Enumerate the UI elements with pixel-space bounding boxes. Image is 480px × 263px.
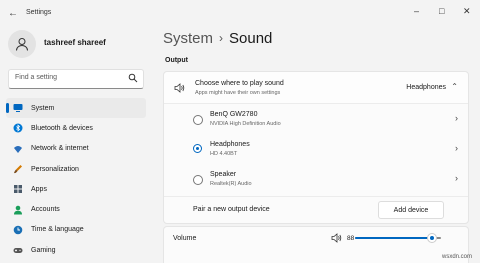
title-bar: ← Settings – □ ✕	[0, 0, 480, 28]
sidebar-item-label: Apps	[31, 185, 47, 193]
bluetooth-icon	[13, 123, 23, 133]
chevron-right-icon[interactable]: ›	[455, 173, 458, 183]
radio-benq[interactable]	[193, 115, 203, 125]
device-detail: Realtek(R) Audio	[210, 181, 252, 187]
sidebar-item-label: Accounts	[31, 206, 60, 214]
speaker-icon	[174, 83, 185, 93]
section-label-output: Output	[165, 57, 188, 64]
pair-device-row: Pair a new output device Add device	[164, 197, 468, 223]
output-device-headphones[interactable]: Headphones HD 4.40BT ›	[164, 135, 468, 165]
brush-icon	[13, 164, 23, 174]
selected-output-value: Headphones	[406, 84, 446, 91]
radio-speaker[interactable]	[193, 175, 203, 185]
user-name: tashreef shareef	[44, 38, 106, 47]
sidebar-item-label: System	[31, 104, 55, 112]
breadcrumb-system-link[interactable]: System	[163, 30, 213, 47]
sidebar-item-time-language[interactable]: Time & language	[6, 220, 146, 240]
sidebar-item-label: Bluetooth & devices	[31, 124, 93, 132]
output-device-speaker[interactable]: Speaker Realtek(R) Audio ›	[164, 165, 468, 195]
sidebar-item-personalization[interactable]: Personalization	[6, 159, 146, 179]
sidebar-item-system[interactable]: System	[6, 98, 146, 119]
device-name: Speaker	[210, 171, 237, 178]
search-placeholder: Find a setting	[15, 74, 58, 81]
sidebar-item-label: Personalization	[31, 165, 79, 173]
device-detail: HD 4.40BT	[210, 151, 238, 157]
sidebar-nav: System Bluetooth & devices Network & int…	[6, 98, 146, 260]
apps-icon	[13, 184, 23, 194]
page-title: Sound	[229, 30, 273, 47]
search-input[interactable]: Find a setting	[8, 69, 144, 89]
device-name: BenQ GW2780	[210, 111, 258, 118]
volume-slider-fill	[355, 237, 431, 239]
close-icon[interactable]: ✕	[463, 6, 471, 17]
back-arrow-icon[interactable]: ←	[8, 8, 18, 19]
chevron-right-icon[interactable]: ›	[455, 113, 458, 123]
chevron-right-icon[interactable]: ›	[455, 143, 458, 153]
sidebar-item-label: Network & internet	[31, 145, 89, 153]
breadcrumb-separator: ›	[219, 31, 224, 45]
sidebar-item-network[interactable]: Network & internet	[6, 139, 146, 159]
chevron-up-icon[interactable]: ⌃	[451, 82, 458, 91]
globe-clock-icon	[13, 225, 23, 235]
maximize-icon[interactable]: □	[439, 6, 444, 16]
sidebar-item-bluetooth[interactable]: Bluetooth & devices	[6, 118, 146, 138]
choose-output-title: Choose where to play sound	[195, 80, 284, 87]
choose-output-row[interactable]: Choose where to play sound Apps might ha…	[164, 72, 468, 103]
sidebar-item-accounts[interactable]: Accounts	[6, 199, 146, 219]
device-detail: NVIDIA High Definition Audio	[210, 121, 281, 127]
monitor-icon	[13, 103, 23, 113]
volume-slider[interactable]	[355, 233, 441, 243]
volume-slider-thumb[interactable]	[426, 233, 437, 243]
sidebar-item-label: Gaming	[31, 246, 56, 254]
search-icon[interactable]	[128, 73, 138, 83]
divider	[164, 103, 468, 104]
pair-device-label: Pair a new output device	[193, 206, 270, 213]
volume-label: Volume	[173, 235, 197, 242]
device-name: Headphones	[210, 141, 250, 148]
output-card: Choose where to play sound Apps might ha…	[163, 71, 469, 224]
sidebar-item-label: Time & language	[31, 226, 84, 234]
add-device-button[interactable]: Add device	[378, 201, 444, 219]
volume-value: 88	[347, 235, 355, 242]
breadcrumb: System › Sound	[163, 30, 272, 47]
output-device-benq[interactable]: BenQ GW2780 NVIDIA High Definition Audio…	[164, 105, 468, 135]
avatar[interactable]	[8, 30, 36, 58]
app-title: Settings	[26, 9, 52, 16]
minimize-icon[interactable]: –	[414, 6, 419, 16]
radio-headphones[interactable]	[193, 144, 202, 153]
volume-card: Volume 88	[163, 226, 469, 263]
person-icon	[13, 205, 23, 215]
gamepad-icon	[13, 245, 23, 255]
watermark: wsxdn.com	[441, 254, 472, 260]
sidebar-item-gaming[interactable]: Gaming	[6, 240, 146, 260]
wifi-icon	[13, 144, 23, 154]
person-icon	[16, 38, 28, 51]
volume-speaker-icon[interactable]	[331, 233, 342, 243]
choose-output-subtitle: Apps might have their own settings	[195, 90, 281, 96]
sidebar-item-apps[interactable]: Apps	[6, 179, 146, 199]
